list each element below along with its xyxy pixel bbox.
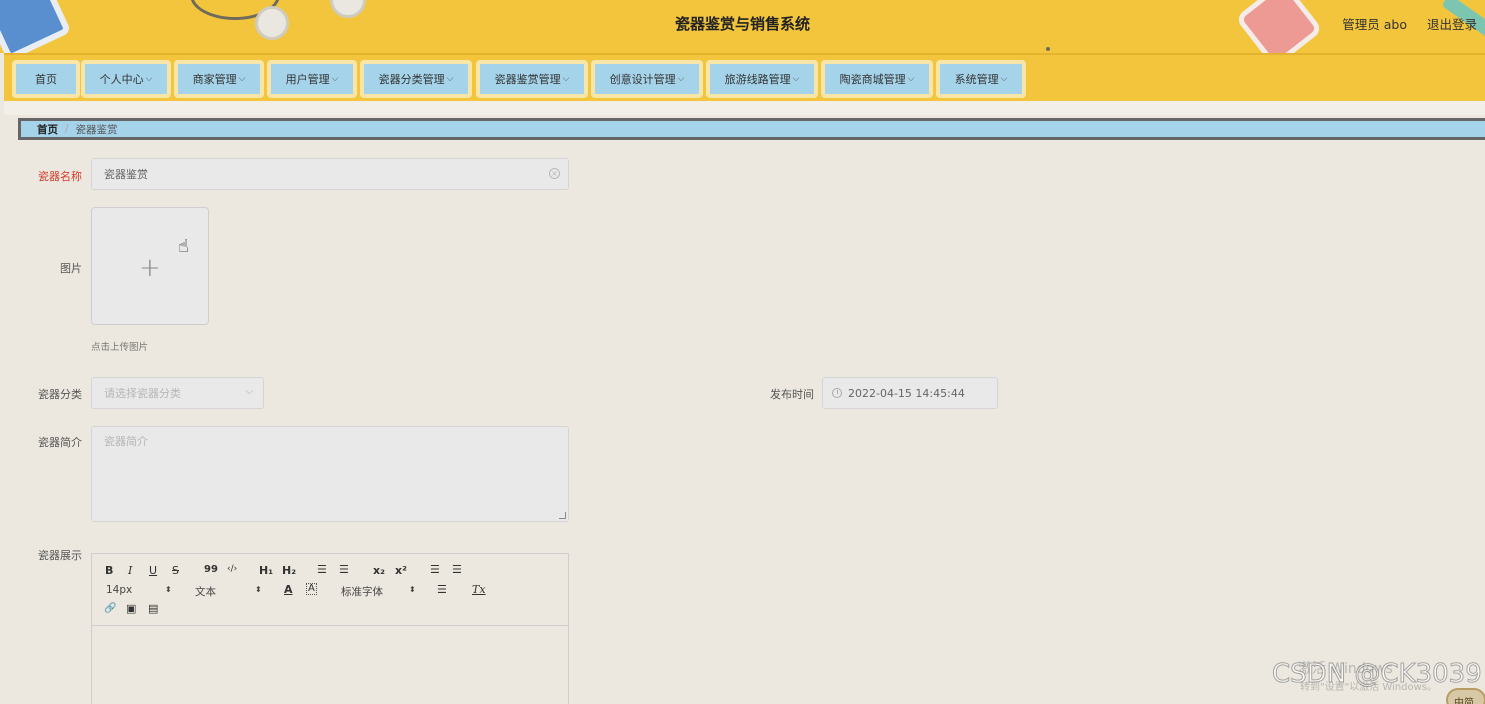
breadcrumb: 首页 / 瓷器鉴赏	[18, 118, 1485, 140]
editor-toolbar: B I U S 99 ‹/› H₁ H₂ ☰ ☰ x₂ x² ☰ ☰ 14px …	[92, 554, 568, 626]
top-header: 瓷器鉴赏与销售系统 管理员 abo 退出登录	[0, 0, 1485, 53]
nav-item-merchant-management[interactable]: 商家管理 ⌵	[174, 60, 264, 98]
heading1-button[interactable]: H₁	[259, 564, 273, 577]
nav-item-label: 旅游线路管理	[724, 73, 791, 86]
chevron-down-icon: ⌵	[145, 74, 153, 84]
nav-item-home[interactable]: 首页	[12, 60, 80, 98]
chevron-down-icon: ⌵	[1000, 74, 1008, 84]
select-arrows-icon: ⬍	[165, 585, 172, 594]
name-label: 瓷器名称	[38, 170, 82, 183]
category-select[interactable]: 请选择瓷器分类 ⌵	[91, 377, 264, 409]
nav-item-label: 瓷器分类管理	[378, 73, 445, 86]
nav-item-label: 用户管理	[285, 73, 330, 86]
nav-item-label: 首页	[35, 73, 57, 86]
chevron-down-icon: ⌵	[245, 386, 253, 397]
chevron-down-icon: ⌵	[907, 74, 915, 84]
subscript-button[interactable]: x₂	[373, 564, 385, 577]
font-family-select[interactable]: 标准字体	[341, 584, 383, 599]
background-color-button[interactable]: A	[306, 583, 317, 595]
select-arrows-icon: ⬍	[409, 585, 416, 594]
chevron-down-icon: ⌵	[677, 74, 685, 84]
font-size-select[interactable]: 14px	[106, 584, 132, 596]
intro-placeholder: 瓷器简介	[104, 435, 148, 448]
resize-handle-icon[interactable]	[559, 512, 566, 519]
current-user-label: 管理员 abo	[1342, 17, 1407, 32]
video-icon[interactable]: ▤	[148, 602, 158, 615]
superscript-button[interactable]: x²	[395, 564, 407, 577]
rich-text-editor: B I U S 99 ‹/› H₁ H₂ ☰ ☰ x₂ x² ☰ ☰ 14px …	[91, 553, 569, 704]
clock-icon	[832, 388, 842, 398]
publish-time-value: 2022-04-15 14:45:44	[848, 386, 965, 400]
chevron-down-icon: ⌵	[792, 74, 800, 84]
ordered-list-button[interactable]: ☰	[317, 563, 327, 576]
nav-item-label: 系统管理	[954, 73, 999, 86]
main-nav: 首页 个人中心 ⌵ 商家管理 ⌵ 用户管理 ⌵ 瓷器分类管理 ⌵ 瓷器鉴赏管理 ⌵ 创意设…	[4, 53, 1485, 101]
nav-item-creative-design-management[interactable]: 创意设计管理 ⌵	[591, 60, 703, 98]
intro-label: 瓷器简介	[38, 436, 82, 449]
publish-time-picker[interactable]: 2022-04-15 14:45:44	[822, 377, 998, 409]
italic-button[interactable]: I	[128, 564, 132, 577]
bold-button[interactable]: B	[105, 564, 113, 577]
chevron-down-icon: ⌵	[562, 74, 570, 84]
image-upload-box[interactable]: + ☝	[91, 207, 209, 325]
font-color-button[interactable]: A	[284, 583, 293, 596]
align-button[interactable]: ☰	[437, 583, 447, 596]
publish-time-label: 发布时间	[770, 388, 814, 401]
breadcrumb-current: 瓷器鉴赏	[75, 123, 118, 136]
app-title: 瓷器鉴赏与销售系统	[674, 15, 810, 33]
hand-pointer-icon: ☝	[178, 236, 189, 257]
logout-link[interactable]: 退出登录	[1427, 17, 1477, 32]
decor-dot	[1046, 47, 1050, 51]
breadcrumb-home[interactable]: 首页	[37, 122, 58, 137]
nav-item-travel-route-management[interactable]: 旅游线路管理 ⌵	[706, 60, 818, 98]
category-label: 瓷器分类	[38, 388, 82, 401]
bullet-list-button[interactable]: ☰	[339, 563, 349, 576]
chevron-down-icon: ⌵	[446, 74, 454, 84]
nav-underline-strip	[4, 101, 1485, 115]
nav-item-label: 陶瓷商城管理	[839, 73, 906, 86]
nav-item-user-management[interactable]: 用户管理 ⌵	[267, 60, 357, 98]
image-label: 图片	[60, 262, 82, 275]
upload-hint: 点击上传图片	[91, 342, 149, 353]
nav-item-label: 商家管理	[192, 73, 237, 86]
select-arrows-icon: ⬍	[255, 585, 262, 594]
clear-format-button[interactable]: Tx	[472, 583, 486, 596]
breadcrumb-separator: /	[65, 123, 69, 135]
nav-item-label: 瓷器鉴赏管理	[494, 73, 561, 86]
user-area: 管理员 abo 退出登录	[1326, 14, 1477, 33]
nav-item-personal-center[interactable]: 个人中心 ⌵	[81, 60, 171, 98]
nav-item-appreciation-management[interactable]: 瓷器鉴赏管理 ⌵	[476, 60, 588, 98]
chevron-down-icon: ⌵	[331, 74, 339, 84]
image-icon[interactable]: ▣	[126, 602, 136, 615]
name-input-value: 瓷器鉴赏	[104, 168, 148, 181]
underline-button[interactable]: U	[149, 564, 157, 577]
outdent-button[interactable]: ☰	[430, 563, 440, 576]
display-label: 瓷器展示	[38, 549, 82, 562]
chevron-down-icon: ⌵	[238, 74, 246, 84]
nav-item-system-management[interactable]: 系统管理 ⌵	[936, 60, 1026, 98]
clear-icon[interactable]: ×	[549, 168, 560, 179]
plus-icon: +	[139, 253, 161, 283]
nav-item-label: 个人中心	[99, 73, 144, 86]
name-input[interactable]: 瓷器鉴赏 ×	[91, 158, 569, 190]
category-select-placeholder: 请选择瓷器分类	[104, 387, 181, 400]
nav-item-category-management[interactable]: 瓷器分类管理 ⌵	[360, 60, 472, 98]
csdn-watermark: CSDN @CK3039	[1272, 659, 1483, 690]
text-style-select[interactable]: 文本	[195, 584, 216, 599]
nav-item-label: 创意设计管理	[609, 73, 676, 86]
heading2-button[interactable]: H₂	[282, 564, 296, 577]
code-block-button[interactable]: ‹/›	[227, 564, 237, 574]
quote-button[interactable]: 99	[204, 564, 218, 575]
ime-indicator[interactable]: 中简	[1446, 688, 1485, 704]
intro-textarea[interactable]: 瓷器简介	[91, 426, 569, 522]
strikethrough-button[interactable]: S	[172, 564, 179, 577]
nav-item-ceramic-mall-management[interactable]: 陶瓷商城管理 ⌵	[821, 60, 933, 98]
indent-button[interactable]: ☰	[452, 563, 462, 576]
link-icon[interactable]: 🔗	[104, 603, 116, 614]
